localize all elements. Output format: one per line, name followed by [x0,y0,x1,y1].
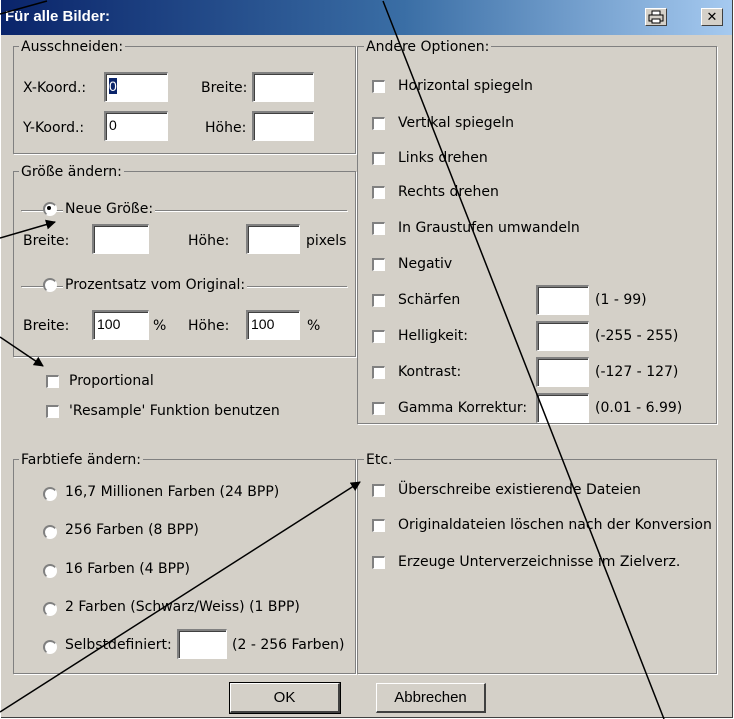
color-24bpp-radio[interactable] [43,487,57,501]
subdirs-label[interactable]: Erzeuge Unterverzeichnisse im Zielverz. [398,554,680,570]
grayscale-label[interactable]: In Graustufen umwandeln [398,220,580,236]
x-coord-label: X-Koord.: [23,80,87,96]
flip-vertical-label[interactable]: Vertikal spiegeln [398,115,514,131]
pixels-unit-label: pixels [306,233,347,249]
new-height-input[interactable] [246,224,300,254]
color-4bpp-label[interactable]: 16 Farben (4 BPP) [65,561,190,577]
percent-width-unit: % [153,318,167,334]
new-width-input[interactable] [92,224,149,254]
new-size-radio[interactable] [43,202,57,216]
flip-vertical-checkbox[interactable] [372,117,385,130]
new-width-label: Breite: [23,233,70,249]
color-4bpp-radio[interactable] [43,564,57,578]
contrast-range: (-127 - 127) [595,364,679,380]
crop-height-input[interactable] [252,111,314,141]
gamma-label[interactable]: Gamma Korrektur: [398,400,527,416]
grayscale-checkbox[interactable] [372,222,385,235]
color-depth-title: Farbtiefe ändern: [19,452,144,468]
color-8bpp-label[interactable]: 256 Farben (8 BPP) [65,522,199,538]
color-8bpp-radio[interactable] [43,525,57,539]
close-icon: ✕ [706,9,718,25]
color-custom-range: (2 - 256 Farben) [232,637,345,653]
resize-group-title: Größe ändern: [19,164,124,180]
cancel-button[interactable]: Abbrechen [376,683,486,713]
y-coord-label: Y-Koord.: [23,120,85,136]
ok-button[interactable]: OK [229,682,341,714]
x-coord-input[interactable]: 0 [104,72,168,102]
negative-checkbox[interactable] [372,258,385,271]
color-custom-input[interactable] [177,629,227,659]
percent-height-input[interactable]: 100 [246,310,300,340]
color-24bpp-label[interactable]: 16,7 Millionen Farben (24 BPP) [65,484,279,500]
crop-width-input[interactable] [252,72,314,102]
color-1bpp-label[interactable]: 2 Farben (Schwarz/Weiss) (1 BPP) [65,599,300,615]
percent-width-input[interactable]: 100 [92,310,149,340]
rotate-left-checkbox[interactable] [372,152,385,165]
flip-horizontal-checkbox[interactable] [372,80,385,93]
resample-label[interactable]: 'Resample' Funktion benutzen [69,403,280,419]
proportional-checkbox[interactable] [46,375,59,388]
dialog-window: Für alle Bilder: ✕ Ausschneiden: X-Koord… [1,0,733,718]
rotate-right-label[interactable]: Rechts drehen [398,184,499,200]
percent-height-unit: % [307,318,321,334]
rotate-right-checkbox[interactable] [372,186,385,199]
brightness-checkbox[interactable] [372,330,385,343]
delete-originals-checkbox[interactable] [372,519,385,532]
sharpen-checkbox[interactable] [372,294,385,307]
brightness-label[interactable]: Helligkeit: [398,328,468,344]
window-title: Für alle Bilder: [5,8,111,25]
color-1bpp-radio[interactable] [43,602,57,616]
contrast-input[interactable] [536,357,589,387]
percent-height-label: Höhe: [188,318,230,334]
proportional-label[interactable]: Proportional [69,373,154,389]
gamma-input[interactable] [536,393,589,423]
sharpen-label[interactable]: Schärfen [398,292,460,308]
sharpen-range: (1 - 99) [595,292,647,308]
flip-horizontal-label[interactable]: Horizontal spiegeln [398,78,533,94]
contrast-label[interactable]: Kontrast: [398,364,461,380]
rotate-left-label[interactable]: Links drehen [398,150,488,166]
crop-width-label: Breite: [201,80,248,96]
negative-label[interactable]: Negativ [398,256,452,272]
print-button[interactable] [645,8,667,26]
y-coord-input[interactable]: 0 [104,111,168,141]
color-custom-radio[interactable] [43,640,57,654]
new-size-label: Neue Größe: [63,201,156,217]
percent-width-label: Breite: [23,318,70,334]
overwrite-label[interactable]: Überschreibe existierende Dateien [398,482,641,498]
contrast-checkbox[interactable] [372,366,385,379]
subdirs-checkbox[interactable] [372,556,385,569]
other-options-title: Andere Optionen: [364,39,492,55]
print-icon [648,10,664,24]
crop-group-title: Ausschneiden: [19,39,126,55]
brightness-input[interactable] [536,321,589,351]
overwrite-checkbox[interactable] [372,484,385,497]
resample-checkbox[interactable] [46,405,59,418]
new-height-label: Höhe: [188,233,230,249]
gamma-checkbox[interactable] [372,402,385,415]
close-button[interactable]: ✕ [701,8,723,26]
delete-originals-label[interactable]: Originaldateien löschen nach der Konvers… [398,517,712,533]
crop-height-label: Höhe: [205,120,247,136]
gamma-range: (0.01 - 6.99) [595,400,683,416]
etc-title: Etc. [364,452,395,468]
color-custom-label[interactable]: Selbstdefiniert: [65,637,172,653]
title-bar: Für alle Bilder: ✕ [1,0,732,35]
percent-label: Prozentsatz vom Original: [63,277,248,293]
percent-radio[interactable] [43,278,57,292]
sharpen-input[interactable] [536,285,589,315]
brightness-range: (-255 - 255) [595,328,679,344]
